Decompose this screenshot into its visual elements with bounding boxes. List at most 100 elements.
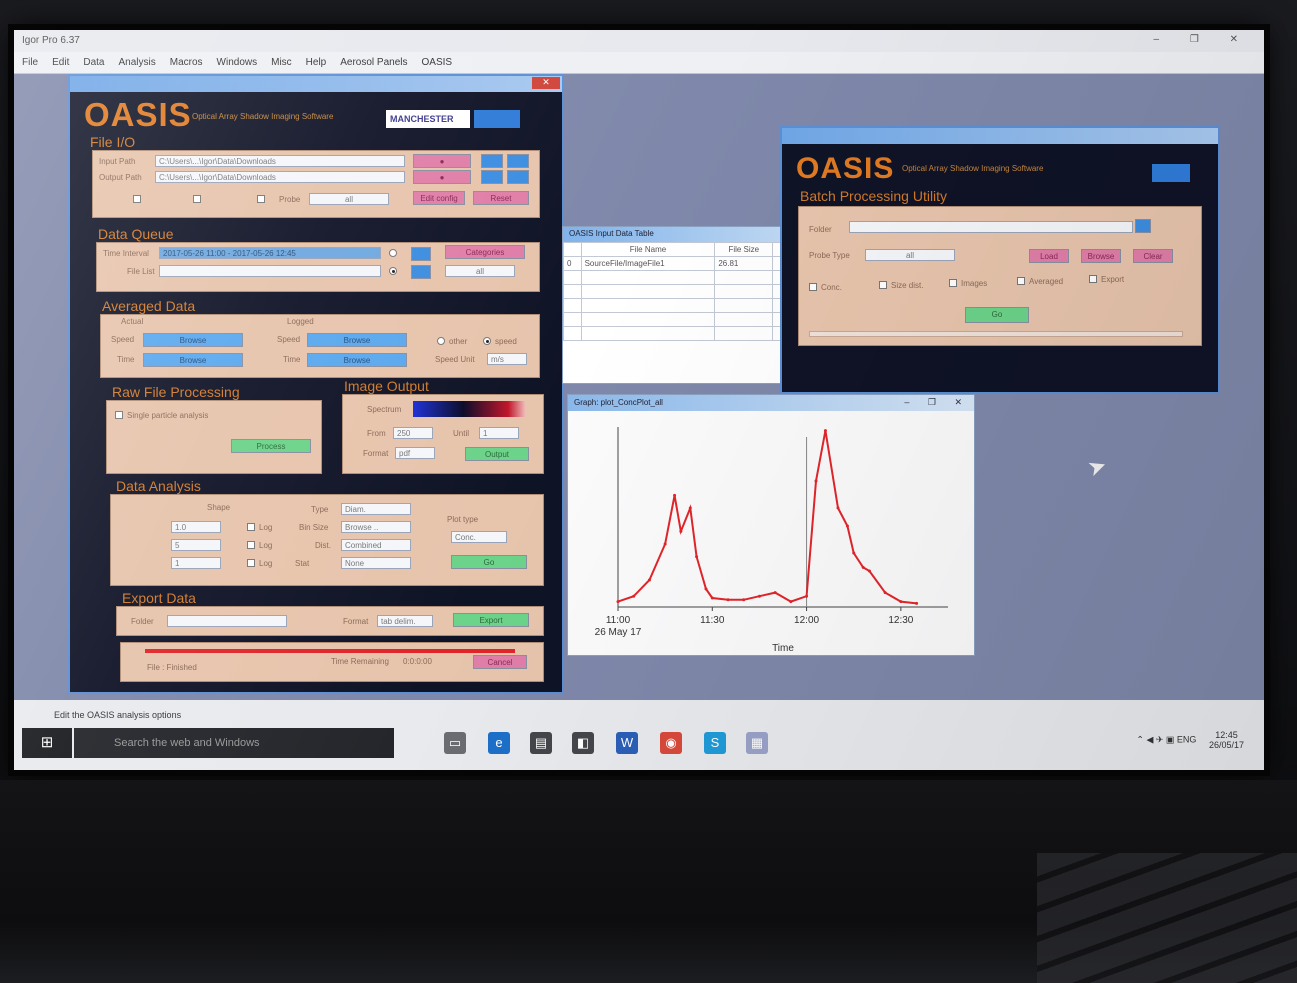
- analysis-value-3[interactable]: 1: [171, 557, 221, 569]
- dist-select[interactable]: Combined: [341, 539, 411, 551]
- from-field[interactable]: 250: [393, 427, 433, 439]
- input-browse-button[interactable]: ●: [413, 154, 471, 168]
- file-list-radio[interactable]: [389, 267, 397, 275]
- batch-check-conc[interactable]: [809, 283, 817, 291]
- format-field[interactable]: pdf: [395, 447, 435, 459]
- process-button[interactable]: Process: [231, 439, 311, 453]
- log-checkbox-2[interactable]: [247, 541, 255, 549]
- table-row[interactable]: [563, 284, 797, 299]
- batch-browse-button[interactable]: Browse: [1081, 249, 1121, 263]
- file-explorer-icon[interactable]: ▤: [530, 732, 552, 754]
- bin-size-select[interactable]: Browse ..: [341, 521, 411, 533]
- radio-speed[interactable]: [483, 337, 491, 345]
- table-row[interactable]: [563, 298, 797, 313]
- batch-folder-browse[interactable]: [1135, 219, 1151, 233]
- batch-probe-select[interactable]: all: [865, 249, 955, 261]
- option-checkbox-3[interactable]: [257, 195, 265, 203]
- logged-time-browse[interactable]: Browse: [307, 353, 407, 367]
- batch-check-export[interactable]: [1089, 275, 1097, 283]
- table-cell[interactable]: [714, 270, 774, 285]
- igor-pro-icon[interactable]: ▦: [746, 732, 768, 754]
- table-cell[interactable]: [563, 270, 582, 285]
- until-field[interactable]: 1: [479, 427, 519, 439]
- concentration-chart[interactable]: 11:0026 May 17 11:30 12:00 12:30 Time: [568, 411, 974, 655]
- logged-speed-browse[interactable]: Browse: [307, 333, 407, 347]
- menu-analysis[interactable]: Analysis: [118, 57, 155, 68]
- tray-time[interactable]: 12:45: [1209, 730, 1244, 740]
- speed-unit-field[interactable]: m/s: [487, 353, 527, 365]
- menu-misc[interactable]: Misc: [271, 57, 292, 68]
- log-checkbox-3[interactable]: [247, 559, 255, 567]
- queue-down-button[interactable]: [411, 265, 431, 279]
- output-browse-button[interactable]: ●: [413, 170, 471, 184]
- tray-language[interactable]: ENG: [1177, 734, 1197, 744]
- batch-go-button[interactable]: Go: [965, 307, 1029, 323]
- table-cell[interactable]: [563, 298, 582, 313]
- export-format-select[interactable]: tab delim.: [377, 615, 433, 627]
- table-cell[interactable]: 0: [563, 256, 582, 271]
- menu-file[interactable]: File: [22, 57, 38, 68]
- menu-help[interactable]: Help: [306, 57, 327, 68]
- probe-select[interactable]: all: [309, 193, 389, 205]
- table-row[interactable]: [563, 312, 797, 327]
- taskbar-search[interactable]: Search the web and Windows: [74, 728, 394, 758]
- store-icon[interactable]: ◧: [572, 732, 594, 754]
- table-cell[interactable]: [714, 326, 774, 341]
- batch-load-button[interactable]: Load: [1029, 249, 1069, 263]
- table-cell[interactable]: [580, 270, 716, 285]
- output-save-button[interactable]: [507, 170, 529, 184]
- edge-browser-icon[interactable]: e: [488, 732, 510, 754]
- table-row[interactable]: [563, 326, 797, 341]
- file-list-field[interactable]: [159, 265, 381, 277]
- stat-select[interactable]: None: [341, 557, 411, 569]
- categories-button[interactable]: Categories: [445, 245, 525, 259]
- table-cell[interactable]: [714, 298, 774, 313]
- menu-edit[interactable]: Edit: [52, 57, 69, 68]
- table-row[interactable]: [563, 270, 797, 285]
- plot-go-button[interactable]: Go: [451, 555, 527, 569]
- edit-config-button[interactable]: Edit config: [413, 191, 465, 205]
- input-save-button[interactable]: [507, 154, 529, 168]
- skype-icon[interactable]: S: [704, 732, 726, 754]
- type-select[interactable]: Diam.: [341, 503, 411, 515]
- spectrum-colorbar[interactable]: [413, 401, 525, 417]
- tray-date[interactable]: 26/05/17: [1209, 740, 1244, 750]
- output-button[interactable]: Output: [465, 447, 529, 461]
- queue-up-button[interactable]: [411, 247, 431, 261]
- input-path-field[interactable]: C:\Users\...\Igor\Data\Downloads: [155, 155, 405, 167]
- option-checkbox-1[interactable]: [133, 195, 141, 203]
- table-header-cell[interactable]: File Name: [580, 242, 716, 257]
- table-cell[interactable]: 26.81: [714, 256, 774, 271]
- reset-button[interactable]: Reset: [473, 191, 529, 205]
- output-path-field[interactable]: C:\Users\...\Igor\Data\Downloads: [155, 171, 405, 183]
- table-cell[interactable]: [563, 326, 582, 341]
- table-cell[interactable]: [580, 326, 716, 341]
- time-interval-field[interactable]: 2017-05-26 11:00 - 2017-05-26 12:45: [159, 247, 381, 259]
- queue-select[interactable]: all: [445, 265, 515, 277]
- windows-start-icon[interactable]: ⊞: [22, 728, 72, 758]
- menu-aerosol-panels[interactable]: Aerosol Panels: [340, 57, 407, 68]
- table-header-cell[interactable]: [563, 242, 582, 257]
- table-header-cell[interactable]: File Size: [714, 242, 774, 257]
- table-cell[interactable]: [714, 312, 774, 327]
- output-open-button[interactable]: [481, 170, 503, 184]
- batch-check-averaged[interactable]: [1017, 277, 1025, 285]
- time-interval-radio[interactable]: [389, 249, 397, 257]
- export-folder-field[interactable]: [167, 615, 287, 627]
- menu-macros[interactable]: Macros: [170, 57, 203, 68]
- task-view-icon[interactable]: ▭: [444, 732, 466, 754]
- table-row[interactable]: 0 SourceFile/ImageFile1 26.81: [563, 256, 797, 271]
- radio-other[interactable]: [437, 337, 445, 345]
- table-cell[interactable]: SourceFile/ImageFile1: [580, 256, 716, 271]
- analysis-value-1[interactable]: 1.0: [171, 521, 221, 533]
- actual-time-browse[interactable]: Browse: [143, 353, 243, 367]
- graph-window-controls[interactable]: – ❐ ✕: [904, 397, 970, 408]
- log-checkbox-1[interactable]: [247, 523, 255, 531]
- table-cell[interactable]: [714, 284, 774, 299]
- analysis-value-2[interactable]: 5: [171, 539, 221, 551]
- batch-clear-button[interactable]: Clear: [1133, 249, 1173, 263]
- menu-windows[interactable]: Windows: [217, 57, 258, 68]
- batch-check-sizedist[interactable]: [879, 281, 887, 289]
- option-checkbox-2[interactable]: [193, 195, 201, 203]
- input-open-button[interactable]: [481, 154, 503, 168]
